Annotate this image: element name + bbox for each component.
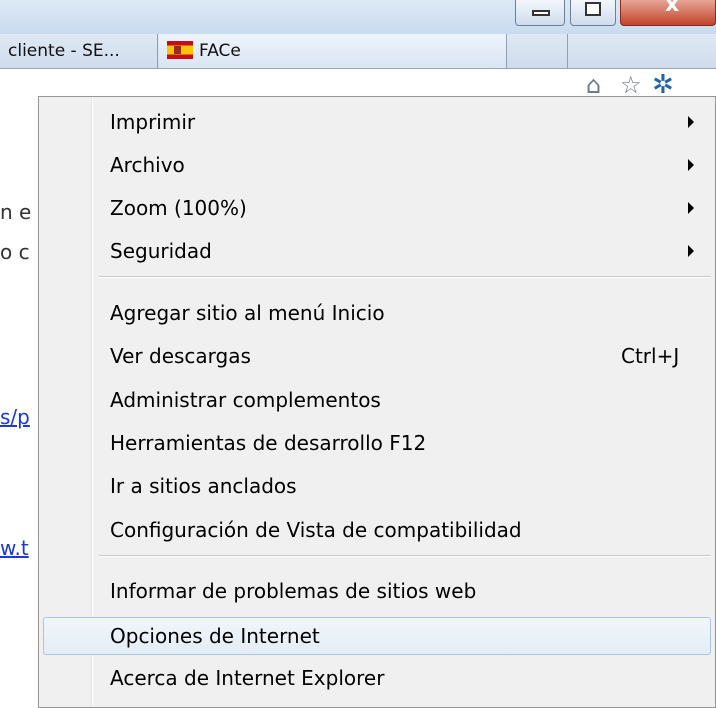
menu-item-vista-compatibilidad[interactable]: Configuración de Vista de compatibilidad	[43, 511, 711, 549]
minimize-button[interactable]	[515, 0, 565, 26]
submenu-arrow-icon	[688, 159, 694, 171]
star-icon[interactable]: ☆	[620, 72, 642, 98]
menu-item-label: Opciones de Internet	[110, 624, 320, 648]
menu-item-label: Imprimir	[110, 110, 196, 134]
menu-item-zoom[interactable]: Zoom (100%)	[43, 189, 711, 227]
menu-item-label: Administrar complementos	[110, 388, 381, 412]
menu-item-label: Acerca de Internet Explorer	[110, 666, 385, 690]
tab-cliente[interactable]: cliente - SE...	[0, 34, 158, 68]
submenu-arrow-icon	[688, 116, 694, 128]
menu-separator	[99, 555, 711, 557]
menu-item-administrar-complementos[interactable]: Administrar complementos	[43, 381, 711, 419]
menu-item-label: Archivo	[110, 153, 185, 177]
page-link-fragment[interactable]: w.t	[0, 536, 29, 560]
tools-menu: Imprimir Archivo Zoom (100%) Seguridad A…	[38, 96, 716, 708]
close-window-button[interactable]	[620, 0, 716, 26]
page-text-fragment: o c	[0, 240, 30, 264]
new-tab-button[interactable]	[508, 34, 568, 68]
page-link-fragment[interactable]: s/p	[0, 405, 30, 429]
menu-item-label: Configuración de Vista de compatibilidad	[110, 518, 522, 542]
menu-item-sitios-anclados[interactable]: Ir a sitios anclados	[43, 467, 711, 505]
menu-item-label: Informar de problemas de sitios web	[110, 579, 477, 603]
menu-item-label: Agregar sitio al menú Inicio	[110, 301, 385, 325]
submenu-arrow-icon	[688, 245, 694, 257]
menu-item-label: Ir a sitios anclados	[110, 474, 297, 498]
gear-icon[interactable]: ✲	[652, 72, 674, 98]
menu-item-label: Herramientas de desarrollo F12	[110, 431, 427, 455]
tab-label: cliente - SE...	[8, 41, 120, 61]
menu-item-imprimir[interactable]: Imprimir	[43, 103, 711, 141]
page-text-fragment: n e	[0, 200, 32, 224]
tab-face[interactable]: FACe	[159, 34, 507, 68]
menu-item-label: Seguridad	[110, 239, 212, 263]
menu-item-opciones-internet[interactable]: Opciones de Internet	[43, 617, 711, 655]
menu-item-archivo[interactable]: Archivo	[43, 146, 711, 184]
menu-item-herramientas-desarrollo[interactable]: Herramientas de desarrollo F12	[43, 424, 711, 462]
menu-item-informar-problemas[interactable]: Informar de problemas de sitios web	[43, 572, 711, 610]
menu-item-label: Zoom (100%)	[110, 196, 247, 220]
maximize-button[interactable]	[570, 0, 616, 26]
menu-item-seguridad[interactable]: Seguridad	[43, 232, 711, 270]
title-bar	[0, 0, 716, 34]
tab-label: FACe	[199, 41, 241, 61]
menu-separator	[99, 276, 711, 278]
tab-bar: cliente - SE... FACe ⌂ ☆ ✲	[0, 34, 716, 98]
menu-item-shortcut: Ctrl+J	[621, 344, 680, 368]
submenu-arrow-icon	[688, 202, 694, 214]
menu-item-agregar-sitio[interactable]: Agregar sitio al menú Inicio	[43, 294, 711, 332]
home-icon[interactable]: ⌂	[586, 72, 601, 98]
menu-item-ver-descargas[interactable]: Ver descargas Ctrl+J	[43, 337, 711, 375]
spain-flag-icon	[167, 41, 193, 59]
menu-item-label: Ver descargas	[110, 344, 251, 368]
menu-item-acerca-de[interactable]: Acerca de Internet Explorer	[43, 659, 711, 697]
